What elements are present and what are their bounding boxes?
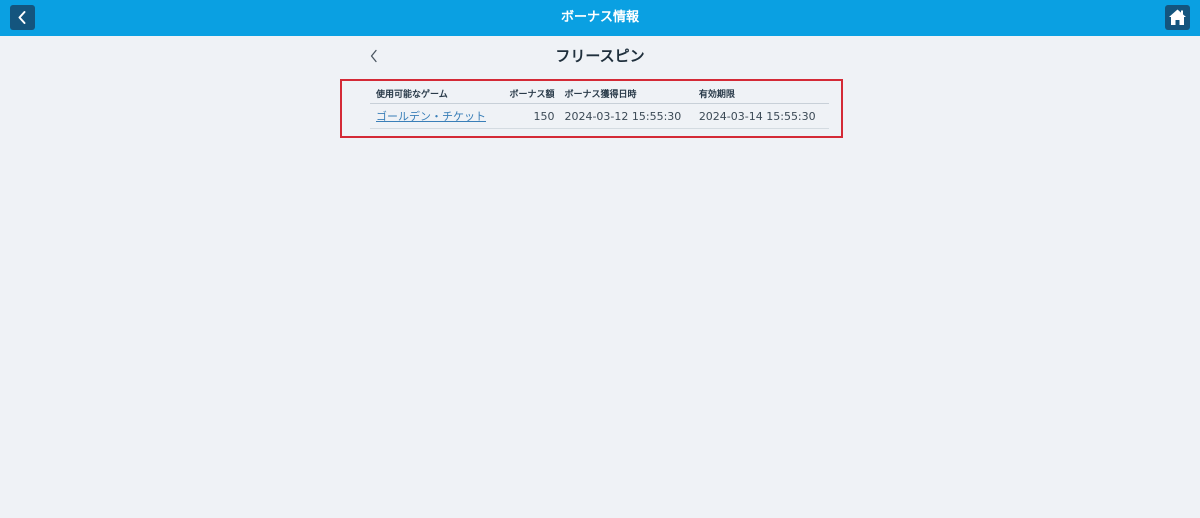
column-header-amount: ボーナス額 [490,84,559,104]
column-header-expiry: 有効期限 [692,84,829,104]
section-title: フリースピン [555,47,645,65]
amount-cell: 150 [490,103,559,129]
expiry-cell: 2024-03-14 15:55:30 [692,103,829,129]
game-cell: ゴールデン・チケット [370,103,491,129]
table-header-row: 使用可能なゲーム ボーナス額 ボーナス獲得日時 有効期限 [370,84,829,104]
column-header-game: 使用可能なゲーム [370,84,491,104]
section-header: フリースピン [0,36,1200,76]
home-icon [1169,9,1186,25]
page-title: ボーナス情報 [560,10,639,25]
acquired-cell: 2024-03-12 15:55:30 [558,103,693,129]
column-header-acquired: ボーナス獲得日時 [558,84,693,104]
bonus-table: 使用可能なゲーム ボーナス額 ボーナス獲得日時 有効期限 ゴールデン・チケット … [370,84,829,129]
chevron-left-icon [370,49,377,63]
section-back-button[interactable] [366,48,382,64]
table-row: ゴールデン・チケット 150 2024-03-12 15:55:30 2024-… [370,103,829,129]
game-link[interactable]: ゴールデン・チケット [376,110,486,123]
home-button[interactable] [1165,5,1190,30]
top-bar: ボーナス情報 [0,0,1200,36]
